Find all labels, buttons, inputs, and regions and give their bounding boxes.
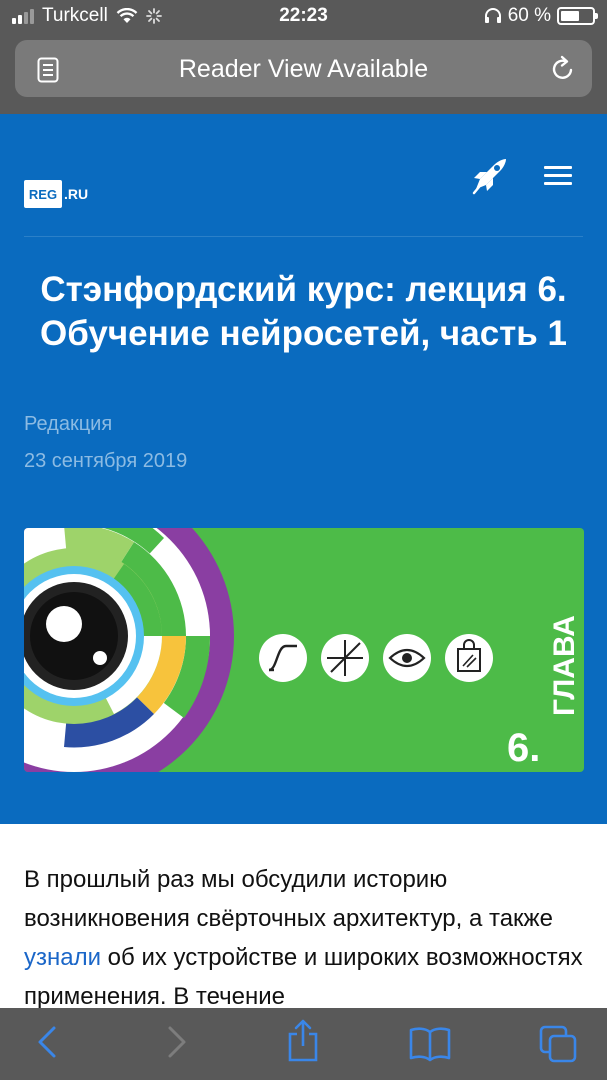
bag-icon (445, 634, 493, 682)
logo-suffix: .RU (64, 186, 89, 202)
battery-percent: 60 % (507, 5, 551, 26)
forward-icon[interactable] (164, 1022, 190, 1062)
address-bar-text: Reader View Available (178, 55, 429, 83)
sigmoid-icon (259, 634, 307, 682)
site-logo[interactable]: REG .RU (24, 180, 88, 208)
status-bar: Turkcell 22:23 60 % (0, 0, 607, 34)
banner-illustration (24, 528, 493, 772)
article-date: 23 сентября 2019 (24, 450, 188, 472)
status-right: 60 % (484, 5, 598, 27)
header-divider (24, 236, 583, 237)
article-author[interactable]: Редакция (24, 413, 112, 436)
article-link[interactable]: узнали (24, 944, 101, 971)
logo-box: REG (24, 180, 62, 208)
article-text-2: об их устройстве и широких возможностях … (24, 944, 583, 1010)
reload-icon[interactable] (550, 55, 576, 83)
article-text-1: В прошлый раз мы обсудили историю возник… (24, 866, 553, 932)
tabs-icon[interactable] (538, 1024, 578, 1064)
battery-icon (557, 7, 598, 25)
scatter-icon (321, 634, 369, 682)
address-bar[interactable]: Reader View Available (15, 40, 592, 97)
headphones-icon (484, 8, 501, 23)
menu-icon[interactable] (544, 166, 572, 185)
eye-icon (383, 634, 431, 682)
rocket-icon[interactable] (470, 157, 510, 195)
article-banner-image (24, 528, 584, 772)
back-icon[interactable] (34, 1022, 60, 1062)
bookmarks-icon[interactable] (408, 1026, 452, 1062)
article-title: Стэнфордский курс: лекция 6. Обучение не… (39, 270, 568, 353)
article-body: В прошлый раз мы обсудили историю возник… (24, 860, 584, 1016)
chapter-word: ГЛАВА (548, 615, 581, 716)
browser-top-bar: Reader View Available (0, 34, 607, 114)
chapter-number: 6. (507, 726, 541, 770)
share-icon[interactable] (286, 1018, 320, 1064)
browser-toolbar (0, 1008, 607, 1080)
